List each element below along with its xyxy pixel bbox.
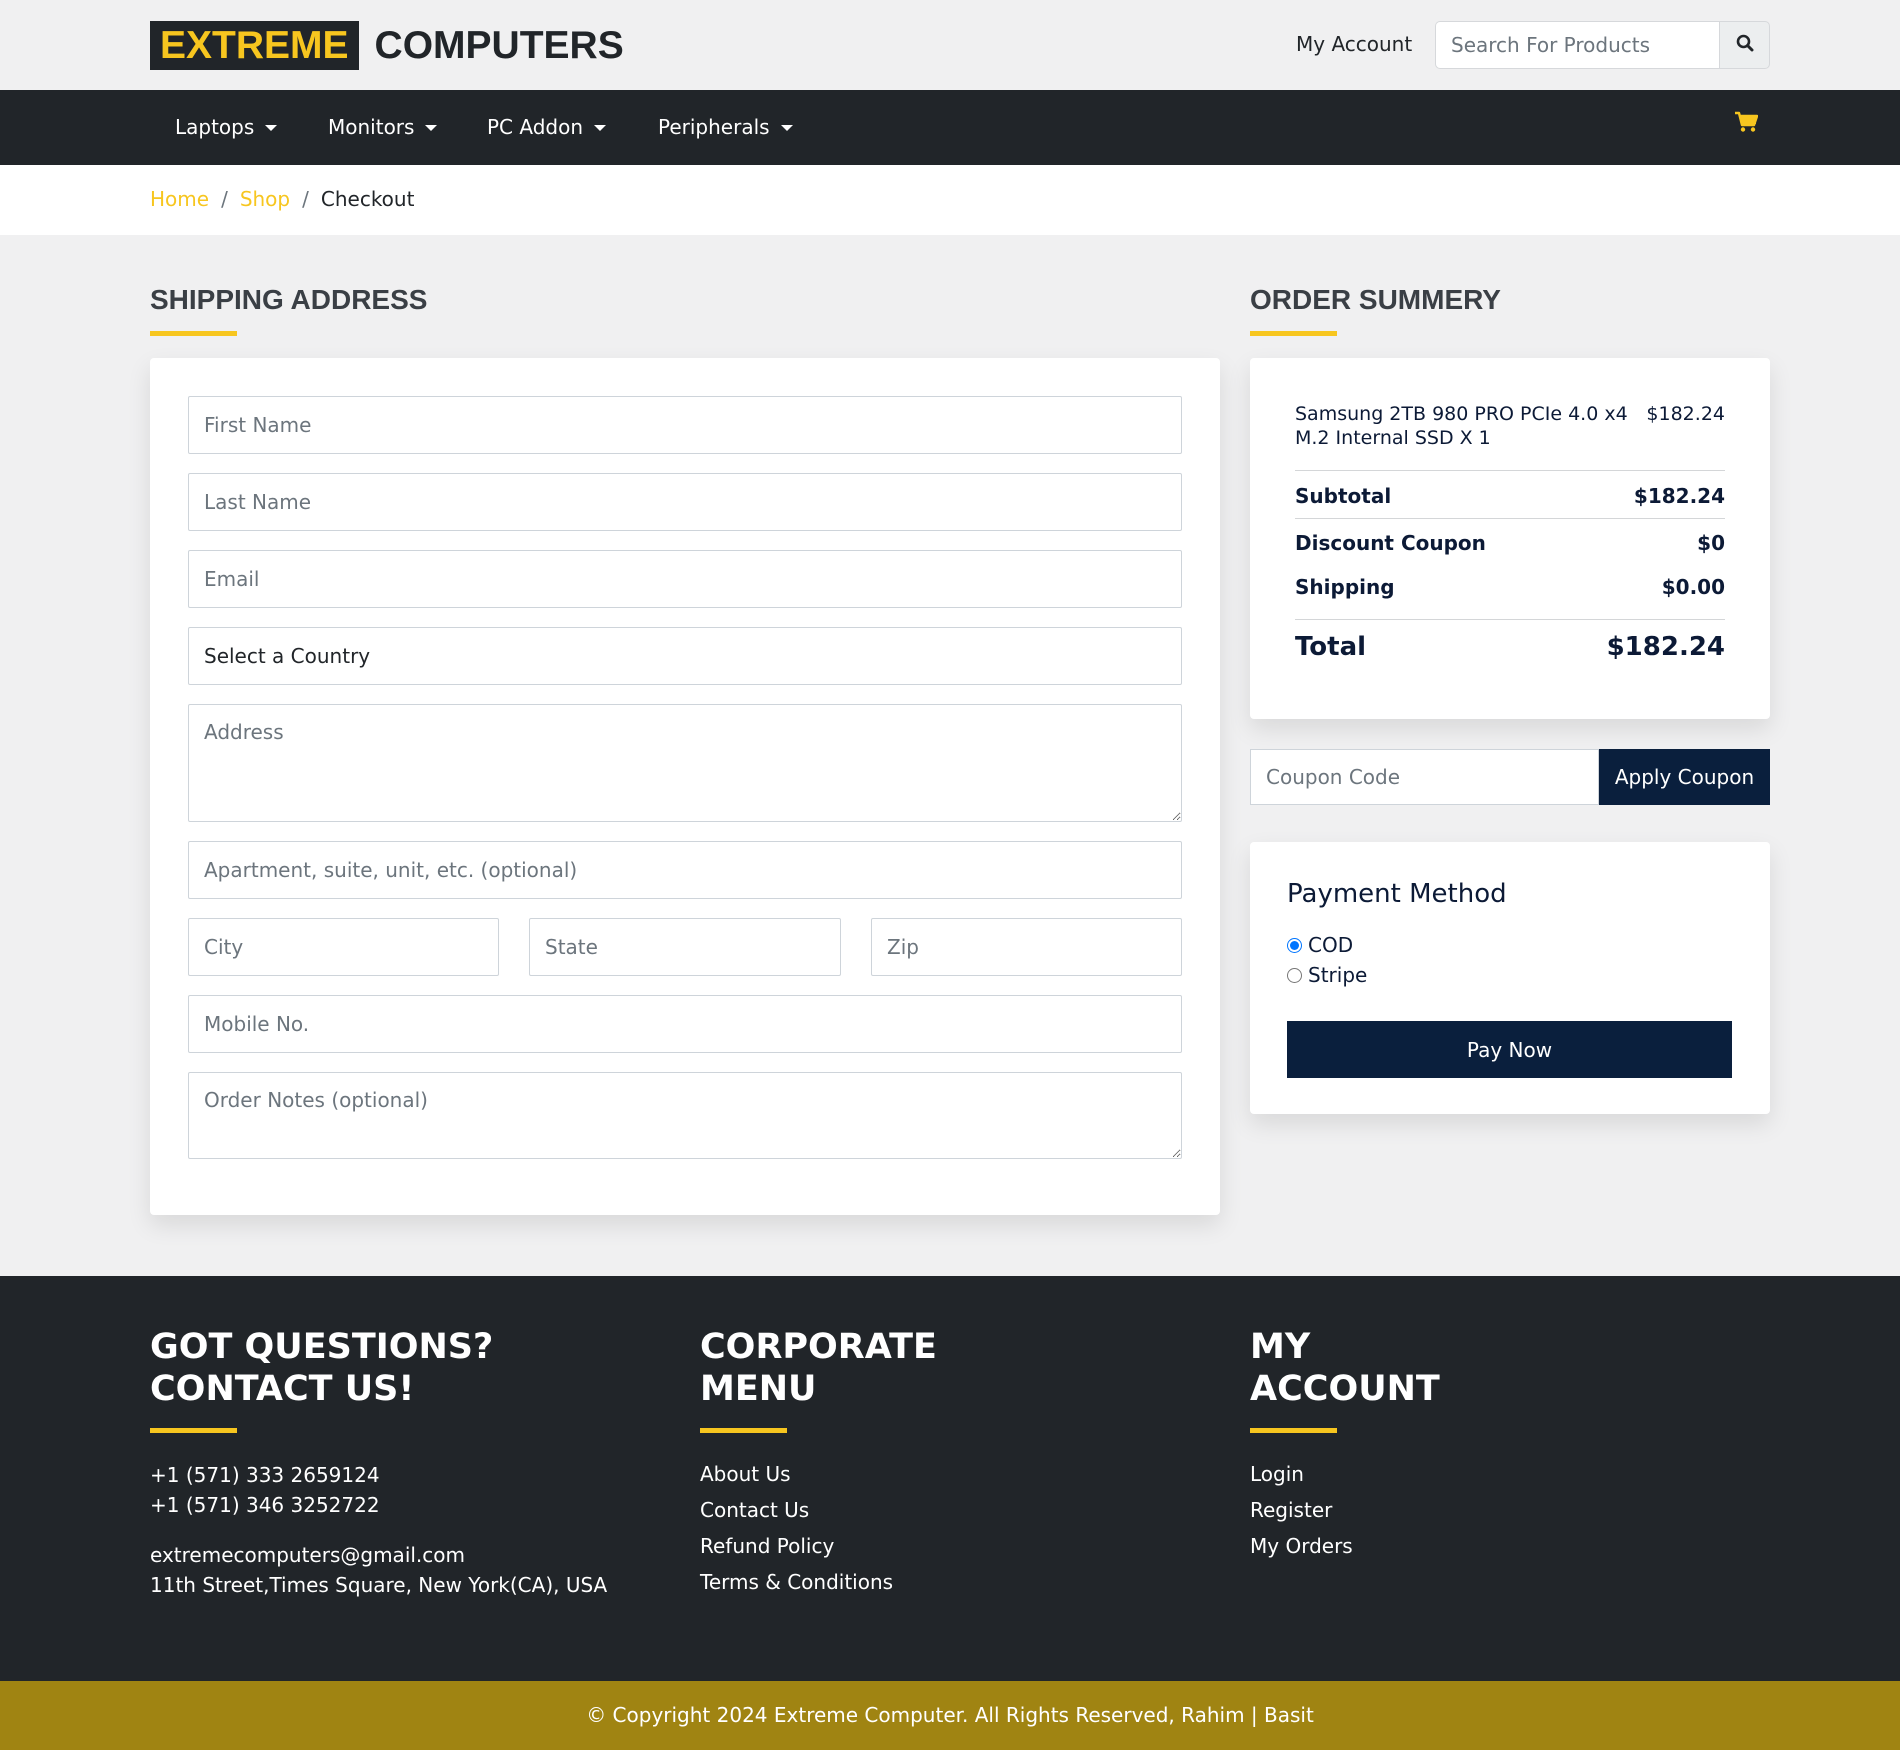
nav-label: Monitors (328, 115, 415, 139)
footer-title-line: GOT QUESTIONS? (150, 1327, 494, 1367)
top-header: EXTREME COMPUTERS My Account (0, 0, 1900, 90)
footer-address: 11th Street,Times Square, New York(CA), … (150, 1573, 608, 1597)
city-field[interactable] (188, 918, 499, 976)
payment-method-title: Payment Method (1287, 879, 1507, 909)
order-notes-field[interactable] (188, 1072, 1182, 1159)
footer-link-login[interactable]: Login (1250, 1462, 1304, 1486)
shipping-label: Shipping (1295, 575, 1395, 599)
caret-down-icon (780, 124, 793, 131)
order-item-row: Samsung 2TB 980 PRO PCIe 4.0 x4 M.2 Inte… (1295, 402, 1725, 450)
first-name-field[interactable] (188, 396, 1182, 454)
search-bar (1435, 21, 1770, 69)
footer-link-about[interactable]: About Us (700, 1462, 791, 1486)
divider (1295, 619, 1725, 620)
discount-row: Discount Coupon $0 (1295, 531, 1725, 555)
footer-email: extremecomputers@gmail.com (150, 1543, 465, 1567)
footer-underline (700, 1428, 787, 1433)
mobile-field[interactable] (188, 995, 1182, 1053)
discount-label: Discount Coupon (1295, 531, 1486, 555)
nav-peripherals[interactable]: Peripherals (658, 90, 793, 165)
footer-link-register[interactable]: Register (1250, 1498, 1332, 1522)
cod-radio[interactable] (1287, 937, 1302, 953)
footer-title-line: CONTACT US! (150, 1369, 415, 1409)
logo[interactable]: EXTREME COMPUTERS (150, 21, 624, 70)
breadcrumb: Home / Shop / Checkout (150, 187, 414, 211)
footer-underline (1250, 1428, 1337, 1433)
caret-down-icon (265, 124, 278, 131)
nav-label: PC Addon (487, 115, 584, 139)
total-label: Total (1295, 632, 1367, 662)
nav-label: Laptops (175, 115, 255, 139)
country-select[interactable]: Select a Country (188, 627, 1182, 685)
payment-option-label: Stripe (1308, 963, 1368, 987)
search-button[interactable] (1719, 21, 1770, 69)
cart-icon[interactable] (1734, 111, 1759, 137)
subtotal-row: Subtotal $182.24 (1295, 484, 1725, 508)
footer-account-title: MY ACCOUNT (1250, 1326, 1440, 1410)
nav-monitors[interactable]: Monitors (328, 90, 438, 165)
breadcrumb-current: Checkout (320, 187, 415, 211)
shipping-title: SHIPPING ADDRESS (150, 284, 428, 315)
apply-coupon-button[interactable]: Apply Coupon (1599, 749, 1770, 805)
payment-option-stripe[interactable]: Stripe (1287, 963, 1367, 987)
footer-link-terms[interactable]: Terms & Conditions (700, 1570, 893, 1594)
footer: GOT QUESTIONS? CONTACT US! +1 (571) 333 … (0, 1276, 1900, 1681)
footer-title-line: CORPORATE (700, 1327, 937, 1367)
breadcrumb-separator: / (221, 187, 228, 211)
email-field[interactable] (188, 550, 1182, 608)
breadcrumb-separator: / (302, 187, 309, 211)
title-underline (1250, 331, 1337, 336)
footer-link-my-orders[interactable]: My Orders (1250, 1534, 1353, 1558)
stripe-radio[interactable] (1287, 967, 1302, 983)
nav-laptops[interactable]: Laptops (175, 90, 278, 165)
footer-link-contact[interactable]: Contact Us (700, 1498, 809, 1522)
payment-option-cod[interactable]: COD (1287, 933, 1353, 957)
footer-title-line: MENU (700, 1369, 817, 1409)
search-icon (1736, 34, 1754, 56)
footer-corporate-title: CORPORATE MENU (700, 1326, 937, 1410)
address-field[interactable] (188, 704, 1182, 822)
footer-title-line: MY (1250, 1327, 1311, 1367)
total-row: Total $182.24 (1295, 632, 1725, 662)
footer-phone-2: +1 (571) 346 3252722 (150, 1493, 380, 1517)
nav-label: Peripherals (658, 115, 770, 139)
search-input[interactable] (1435, 21, 1719, 69)
last-name-field[interactable] (188, 473, 1182, 531)
order-item-price: $182.24 (1646, 403, 1725, 425)
divider (1295, 470, 1725, 471)
coupon-code-input[interactable] (1250, 749, 1599, 805)
pay-now-button[interactable]: Pay Now (1287, 1021, 1732, 1078)
apartment-field[interactable] (188, 841, 1182, 899)
footer-link-refund[interactable]: Refund Policy (700, 1534, 834, 1558)
discount-value: $0 (1697, 531, 1725, 555)
footer-phone-1: +1 (571) 333 2659124 (150, 1463, 380, 1487)
caret-down-icon (425, 124, 438, 131)
footer-contact-title: GOT QUESTIONS? CONTACT US! (150, 1326, 493, 1410)
caret-down-icon (594, 124, 607, 131)
main-nav: Laptops Monitors PC Addon Peripherals (0, 90, 1900, 165)
divider (1295, 518, 1725, 519)
breadcrumb-home[interactable]: Home (150, 187, 209, 211)
payment-option-label: COD (1308, 933, 1354, 957)
shipping-value: $0.00 (1661, 575, 1725, 599)
total-value: $182.24 (1606, 632, 1725, 662)
title-underline (150, 331, 237, 336)
order-summary-title: ORDER SUMMERY (1250, 284, 1501, 315)
copyright-bar: © Copyright 2024 Extreme Computer. All R… (0, 1681, 1900, 1750)
state-field[interactable] (529, 918, 841, 976)
order-item-name: Samsung 2TB 980 PRO PCIe 4.0 x4 M.2 Inte… (1295, 403, 1628, 449)
nav-pc-addon[interactable]: PC Addon (487, 90, 607, 165)
breadcrumb-shop[interactable]: Shop (240, 187, 290, 211)
footer-underline (150, 1428, 237, 1433)
subtotal-value: $182.24 (1633, 484, 1725, 508)
subtotal-label: Subtotal (1295, 484, 1392, 508)
logo-highlight: EXTREME (150, 21, 359, 70)
logo-text: COMPUTERS (374, 24, 624, 67)
shipping-row: Shipping $0.00 (1295, 575, 1725, 599)
footer-title-line: ACCOUNT (1250, 1369, 1440, 1409)
zip-field[interactable] (871, 918, 1182, 976)
breadcrumb-bar: Home / Shop / Checkout (0, 165, 1900, 235)
my-account-link[interactable]: My Account (1296, 32, 1412, 56)
